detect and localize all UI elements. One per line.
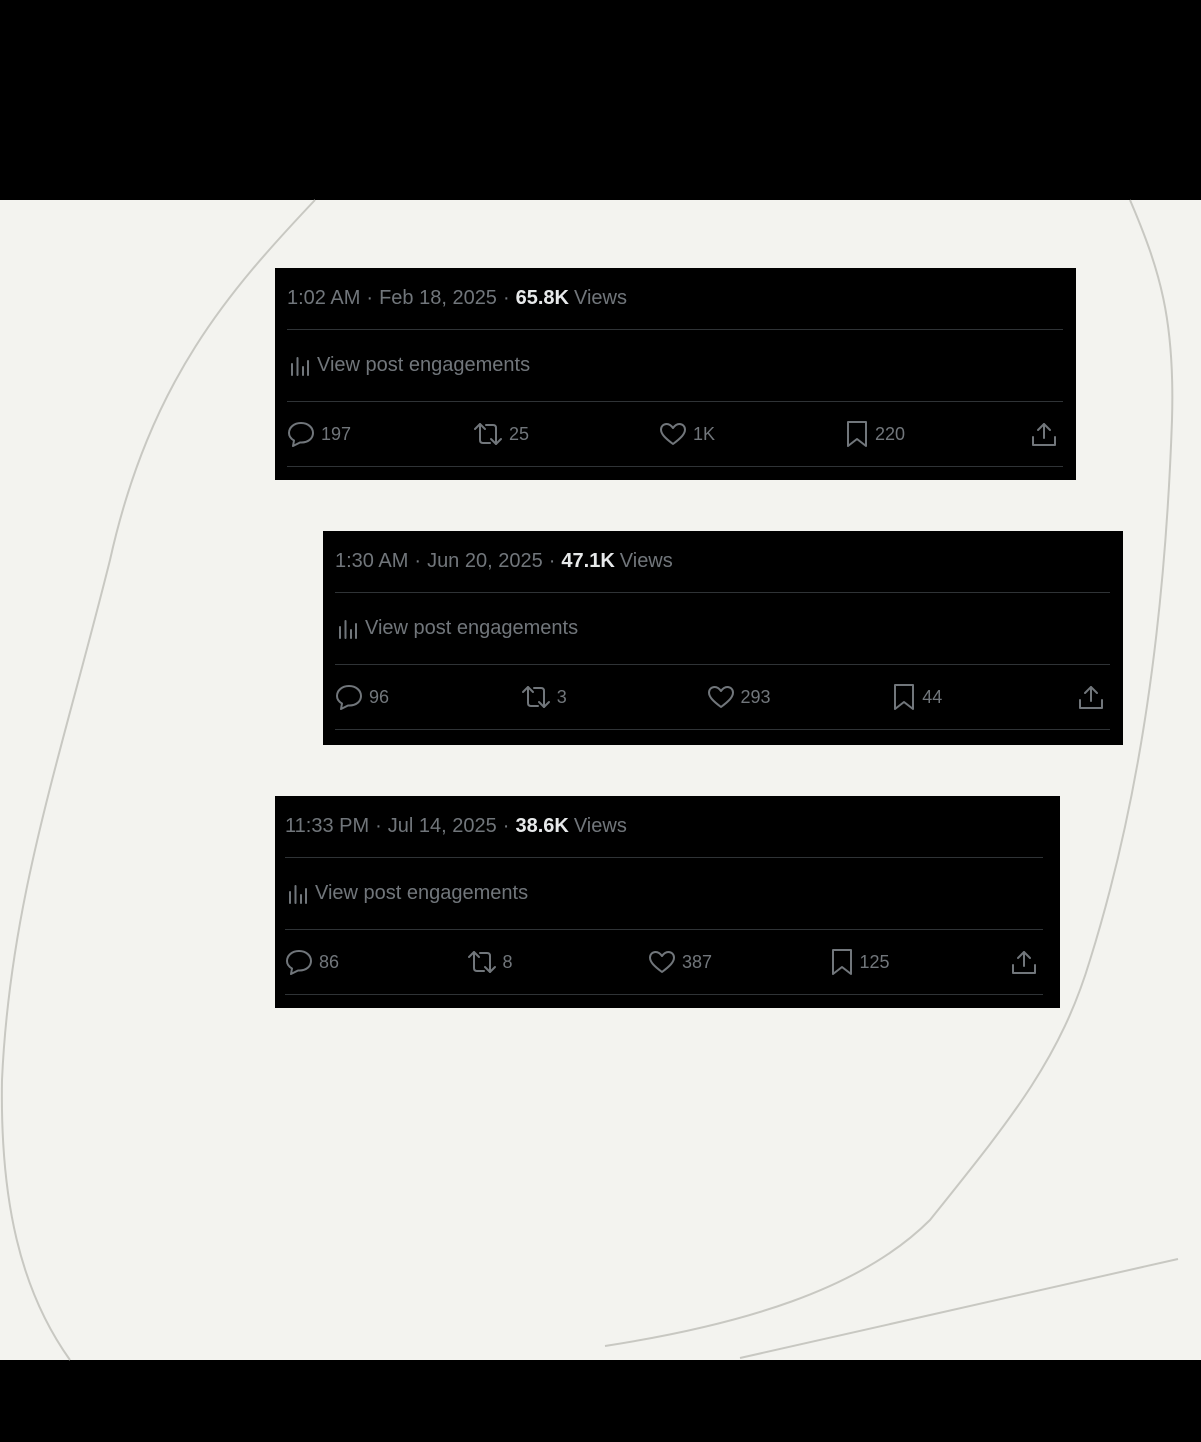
post-date[interactable]: Jun 20, 2025: [427, 550, 543, 573]
analytics-icon: [291, 356, 309, 376]
bookmark-button[interactable]: 44: [892, 683, 962, 711]
reply-count: 197: [321, 423, 352, 444]
like-button[interactable]: 387: [648, 950, 718, 974]
view-engagements-link[interactable]: View post engagements: [285, 858, 1043, 930]
bookmark-button[interactable]: 220: [845, 420, 915, 448]
like-icon: [707, 686, 734, 708]
views-count: 65.8K: [515, 287, 569, 309]
like-count: 293: [740, 686, 771, 707]
reply-count: 96: [369, 686, 390, 707]
bookmark-icon: [894, 684, 915, 710]
reply-button[interactable]: 96: [335, 684, 405, 710]
like-icon: [660, 423, 686, 445]
view-engagements-label: View post engagements: [315, 882, 529, 904]
repost-button[interactable]: 3: [521, 685, 591, 709]
share-icon: [1012, 951, 1036, 974]
repost-icon: [467, 951, 496, 973]
like-button[interactable]: 293: [707, 685, 777, 709]
share-button[interactable]: [1011, 949, 1043, 975]
bookmark-icon: [831, 949, 852, 975]
view-engagements-link[interactable]: View post engagements: [335, 593, 1110, 665]
reply-icon: [286, 950, 312, 975]
repost-button[interactable]: 25: [473, 422, 543, 446]
post-card-1: 1:02 AM · Feb 18, 2025 · 65.8K Views Vie…: [275, 268, 1076, 480]
reply-button[interactable]: 197: [287, 421, 357, 447]
repost-count: 3: [556, 686, 567, 707]
views-count: 47.1K: [561, 550, 615, 572]
post-card-2: 1:30 AM · Jun 20, 2025 · 47.1K Views Vie…: [323, 531, 1123, 745]
reply-icon: [336, 685, 362, 710]
bookmark-icon: [847, 421, 867, 447]
like-button[interactable]: 1K: [659, 422, 729, 446]
share-button[interactable]: [1078, 684, 1110, 710]
views-label: Views: [619, 550, 673, 572]
views-count: 38.6K: [515, 815, 569, 837]
repost-count: 8: [502, 951, 513, 972]
like-count: 1K: [693, 423, 716, 444]
views-label: Views: [573, 287, 627, 309]
post-time[interactable]: 1:02 AM: [287, 287, 360, 310]
repost-icon: [474, 423, 502, 445]
bookmark-count: 220: [875, 423, 906, 444]
bookmark-count: 125: [859, 951, 890, 972]
analytics-icon: [339, 619, 357, 639]
post-actions: 96 3 293 44: [335, 665, 1110, 730]
view-engagements-link[interactable]: View post engagements: [287, 330, 1063, 402]
share-icon: [1032, 423, 1056, 446]
post-metadata: 11:33 PM · Jul 14, 2025 · 38.6K Views: [285, 796, 1043, 858]
bookmark-button[interactable]: 125: [830, 948, 900, 976]
post-metadata: 1:02 AM · Feb 18, 2025 · 65.8K Views: [287, 268, 1063, 330]
share-icon: [1079, 686, 1103, 709]
post-metadata: 1:30 AM · Jun 20, 2025 · 47.1K Views: [335, 531, 1110, 593]
analytics-icon: [289, 884, 307, 904]
share-button[interactable]: [1031, 421, 1063, 447]
post-time[interactable]: 11:33 PM: [285, 815, 369, 838]
view-engagements-label: View post engagements: [365, 617, 579, 639]
reply-count: 86: [319, 951, 340, 972]
repost-icon: [521, 686, 550, 708]
views-label: Views: [573, 815, 627, 837]
view-engagements-label: View post engagements: [317, 354, 531, 376]
post-time[interactable]: 1:30 AM: [335, 550, 408, 573]
post-actions: 86 8 387 125: [285, 930, 1043, 995]
post-date[interactable]: Feb 18, 2025: [379, 287, 497, 310]
repost-count: 25: [509, 423, 530, 444]
post-card-3: 11:33 PM · Jul 14, 2025 · 38.6K Views Vi…: [275, 796, 1060, 1008]
post-actions: 197 25 1K 220: [287, 402, 1063, 467]
like-count: 387: [682, 951, 713, 972]
like-icon: [649, 951, 675, 973]
reply-button[interactable]: 86: [285, 949, 355, 975]
repost-button[interactable]: 8: [467, 950, 537, 974]
reply-icon: [288, 422, 314, 447]
post-date[interactable]: Jul 14, 2025: [388, 815, 497, 838]
bookmark-count: 44: [922, 686, 943, 707]
